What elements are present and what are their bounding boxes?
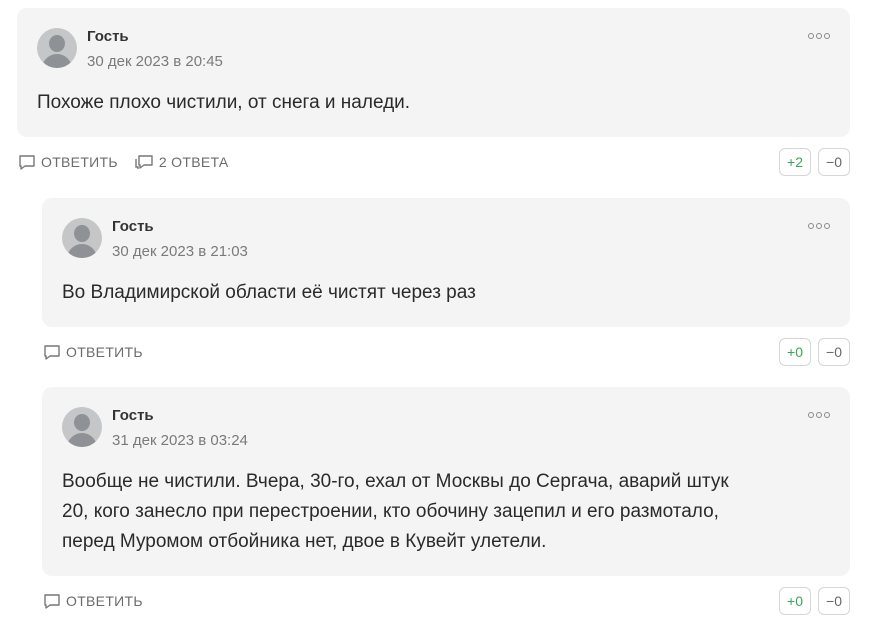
comment-date: 31 дек 2023 в 03:24 [112, 432, 248, 449]
comment-text-line: перед Муромом отбойника нет, двое в Куве… [62, 531, 547, 552]
avatar[interactable] [62, 407, 102, 447]
reply-label: ОТВЕТИТЬ [66, 593, 143, 609]
vote-controls: +0 −0 [779, 338, 850, 366]
comment-actions: ОТВЕТИТЬ [43, 587, 159, 615]
replies-toggle-button[interactable]: 2 ОТВЕТА [134, 154, 229, 171]
downvote-button[interactable]: −0 [818, 148, 850, 176]
reply-button[interactable]: ОТВЕТИТЬ [43, 344, 143, 361]
comment-actions: ОТВЕТИТЬ [43, 338, 159, 366]
reply-label: ОТВЕТИТЬ [66, 344, 143, 360]
vote-controls: +2 −0 [779, 148, 850, 176]
reply-button[interactable]: ОТВЕТИТЬ [43, 593, 143, 610]
speech-bubble-icon [44, 593, 60, 609]
more-options-icon[interactable] [808, 220, 830, 232]
comment-text: Вообще не чистили. Вчера, 30-го, ехал от… [62, 467, 729, 557]
comment-text: Похоже плохо чистили, от снега и наледи. [37, 92, 411, 113]
comment-actions: ОТВЕТИТЬ 2 ОТВЕТА [18, 148, 245, 176]
replies-count-label: 2 ОТВЕТА [158, 154, 229, 170]
reply-label: ОТВЕТИТЬ [41, 154, 118, 170]
comment-date: 30 дек 2023 в 21:03 [112, 243, 248, 260]
speech-bubble-icon [19, 154, 35, 170]
downvote-button[interactable]: −0 [818, 587, 850, 615]
upvote-button[interactable]: +0 [779, 338, 811, 366]
comment-text-line: Вообще не чистили. Вчера, 30-го, ехал от… [62, 471, 729, 492]
reply-button[interactable]: ОТВЕТИТЬ [18, 154, 118, 171]
comment-card: Гость 30 дек 2023 в 20:45 Похоже плохо ч… [17, 8, 850, 137]
more-options-icon[interactable] [808, 30, 830, 42]
upvote-button[interactable]: +0 [779, 587, 811, 615]
comment-author[interactable]: Гость [112, 218, 154, 235]
comment-text-line: 20, кого занесло при перестроении, кто о… [62, 501, 719, 522]
comment-author[interactable]: Гость [87, 28, 129, 45]
comment-author[interactable]: Гость [112, 407, 154, 424]
reply-card: Гость 31 дек 2023 в 03:24 Вообще не чист… [42, 387, 850, 576]
downvote-button[interactable]: −0 [818, 338, 850, 366]
comment-date: 30 дек 2023 в 20:45 [87, 53, 223, 70]
speech-bubbles-icon [135, 154, 153, 169]
vote-controls: +0 −0 [779, 587, 850, 615]
upvote-button[interactable]: +2 [779, 148, 811, 176]
comment-text: Во Владимирской области её чистят через … [62, 282, 476, 303]
more-options-icon[interactable] [808, 409, 830, 421]
reply-card: Гость 30 дек 2023 в 21:03 Во Владимирско… [42, 198, 850, 327]
avatar[interactable] [62, 218, 102, 258]
speech-bubble-icon [44, 344, 60, 360]
avatar[interactable] [37, 28, 77, 68]
